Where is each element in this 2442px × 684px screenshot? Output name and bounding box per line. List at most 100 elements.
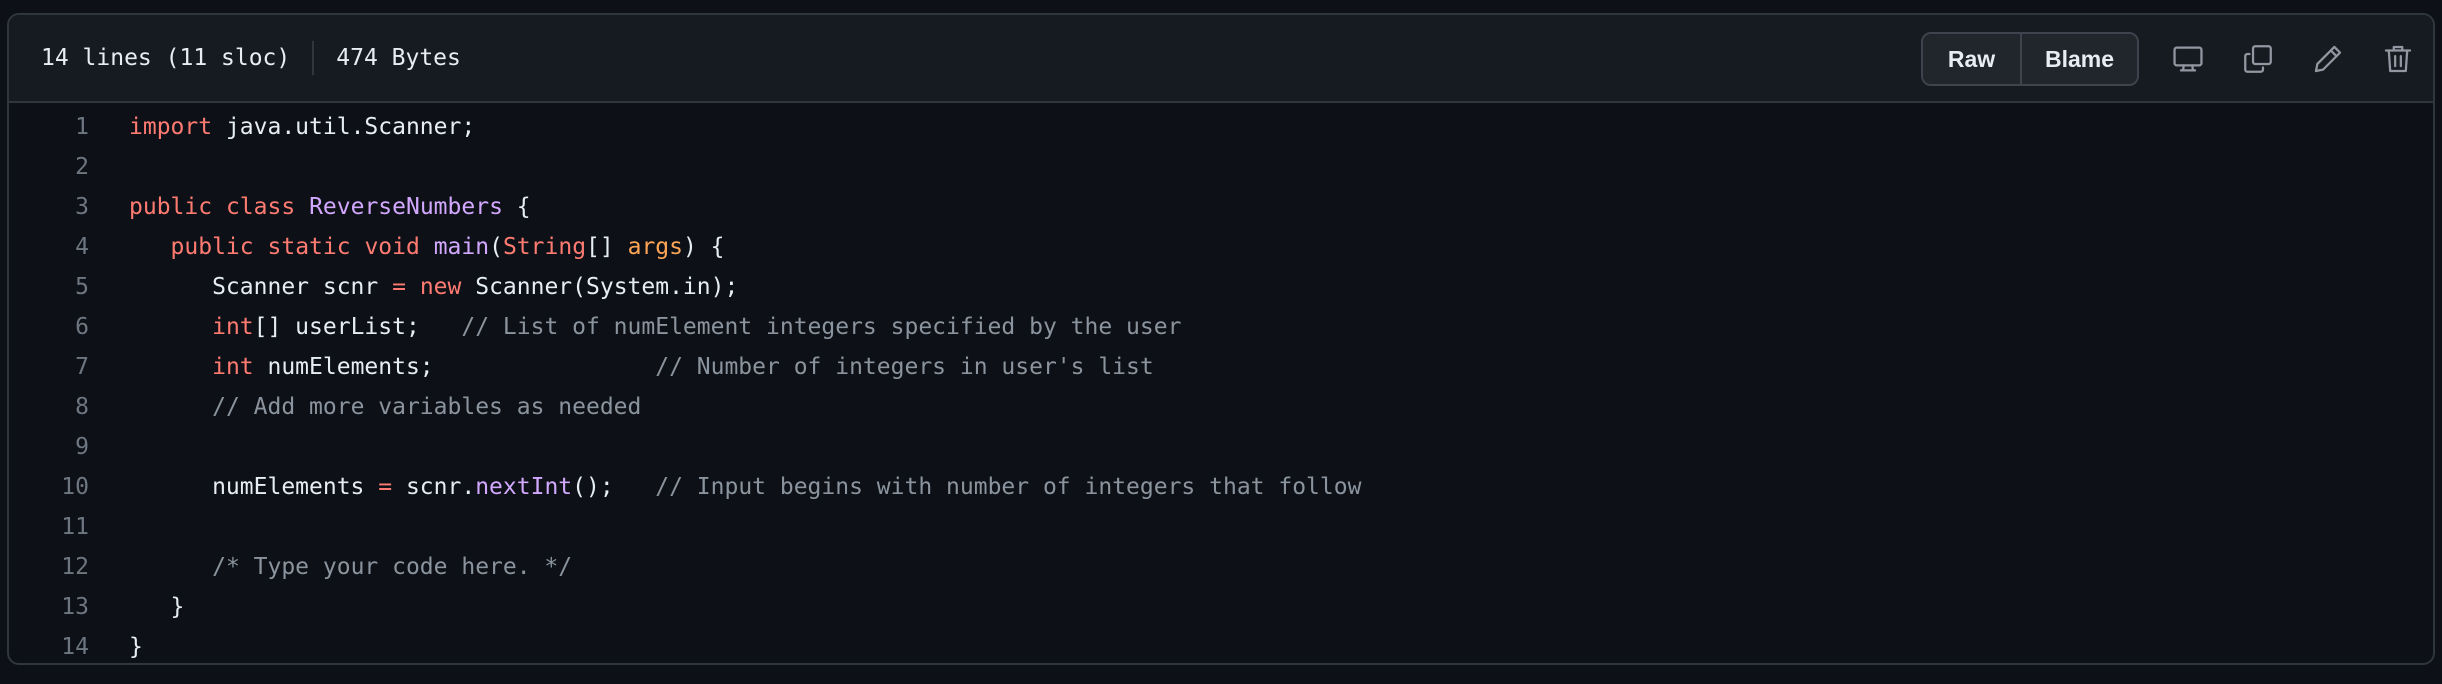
code-line: 7 int numElements; // Number of integers… [9,347,2433,387]
file-header: 14 lines (11 sloc) 474 Bytes Raw Blame [9,15,2433,103]
code-line: 2 [9,147,2433,187]
code-token: numElements; [253,354,656,380]
line-content: Scanner scnr = new Scanner(System.in); [89,274,738,300]
line-number[interactable]: 14 [9,634,89,660]
code-token: numElements [129,474,379,500]
blame-button[interactable]: Blame [2022,34,2137,84]
line-number[interactable]: 10 [9,474,89,500]
code-line: 5 Scanner scnr = new Scanner(System.in); [9,267,2433,307]
line-content: public static void main(String[] args) { [89,234,725,260]
code-token: // Input begins with number of integers … [655,474,1362,500]
line-number[interactable]: 11 [9,514,89,540]
code-line: 6 int[] userList; // List of numElement … [9,307,2433,347]
code-line: 10 numElements = scnr.nextInt(); // Inpu… [9,467,2433,507]
line-content: numElements = scnr.nextInt(); // Input b… [89,474,1361,500]
file-viewer: 14 lines (11 sloc) 474 Bytes Raw Blame 1… [7,13,2435,665]
code-token: int [212,354,254,380]
code-line: 13 } [9,587,2433,627]
trash-icon[interactable] [2363,24,2433,94]
code-token: // Number of integers in user's list [655,354,1154,380]
code-token: main [433,234,490,260]
code-line: 11 [9,507,2433,547]
code-line: 3 public class ReverseNumbers { [9,187,2433,227]
code-token: /* Type your code here. */ [212,554,573,580]
code-line: 12 /* Type your code here. */ [9,547,2433,587]
line-number[interactable]: 5 [9,274,89,300]
code-token: nextInt [475,474,573,500]
code-token: ) { [682,234,725,260]
line-content: } [89,634,143,660]
line-number[interactable]: 12 [9,554,89,580]
line-number[interactable]: 1 [9,114,89,140]
line-content: import java.util.Scanner; [89,114,475,140]
file-actions: Raw Blame [1921,15,2433,103]
code-line: 4 public static void main(String[] args)… [9,227,2433,267]
line-number[interactable]: 2 [9,154,89,180]
copy-icon[interactable] [2223,24,2293,94]
line-content: // Add more variables as needed [89,394,641,420]
code-token: // List of numElement integers specified… [461,314,1182,340]
code-token: scnr. [392,474,476,500]
code-token: import [129,114,213,140]
code-token: java.util.Scanner; [212,114,476,140]
code-token: // Add more variables as needed [212,394,642,420]
code-token: public [129,194,213,220]
line-count: 14 lines (11 sloc) [41,45,291,71]
line-number[interactable]: 7 [9,354,89,380]
code-token: Scanner scnr [129,274,393,300]
line-content: /* Type your code here. */ [89,554,572,580]
desktop-icon[interactable] [2153,24,2223,94]
code-line: 1 import java.util.Scanner; [9,107,2433,147]
code-token: public [170,234,254,260]
code-token: { [502,194,531,220]
code-token: [] userList; [253,314,462,340]
code-token: static [267,234,351,260]
line-number[interactable]: 9 [9,434,89,460]
code-token: args [627,234,683,260]
line-content: int numElements; // Number of integers i… [89,354,1154,380]
code-line: 8 // Add more variables as needed [9,387,2433,427]
code-token: Scanner(System.in); [461,274,739,300]
code-token: } [129,594,185,620]
raw-blame-group: Raw Blame [1921,32,2139,86]
code-token: (); [572,474,656,500]
code-token: new [419,274,462,300]
line-number[interactable]: 6 [9,314,89,340]
code-token: ( [489,234,503,260]
line-number[interactable]: 8 [9,394,89,420]
code-token: = [392,274,406,300]
code-token: int [212,314,254,340]
code-token: = [378,474,393,500]
line-content: } [89,594,185,620]
line-number[interactable]: 13 [9,594,89,620]
line-content: public class ReverseNumbers { [89,194,531,220]
file-meta: 14 lines (11 sloc) 474 Bytes [41,41,461,75]
code-view: 1 import java.util.Scanner; 2 3 public class… [9,103,2433,663]
meta-divider [312,41,315,75]
line-number[interactable]: 3 [9,194,89,220]
raw-button[interactable]: Raw [1923,34,2022,84]
code-line: 14} [9,627,2433,663]
file-size: 474 Bytes [336,45,461,71]
code-line: 9 [9,427,2433,467]
code-token: String [502,234,587,260]
line-content: int[] userList; // List of numElement in… [89,314,1181,340]
code-token: [] [586,234,628,260]
line-number[interactable]: 4 [9,234,89,260]
code-token: void [364,234,420,260]
code-token: } [129,634,143,660]
pencil-icon[interactable] [2293,24,2363,94]
code-token: ReverseNumbers [309,194,503,220]
code-token: class [225,194,296,220]
